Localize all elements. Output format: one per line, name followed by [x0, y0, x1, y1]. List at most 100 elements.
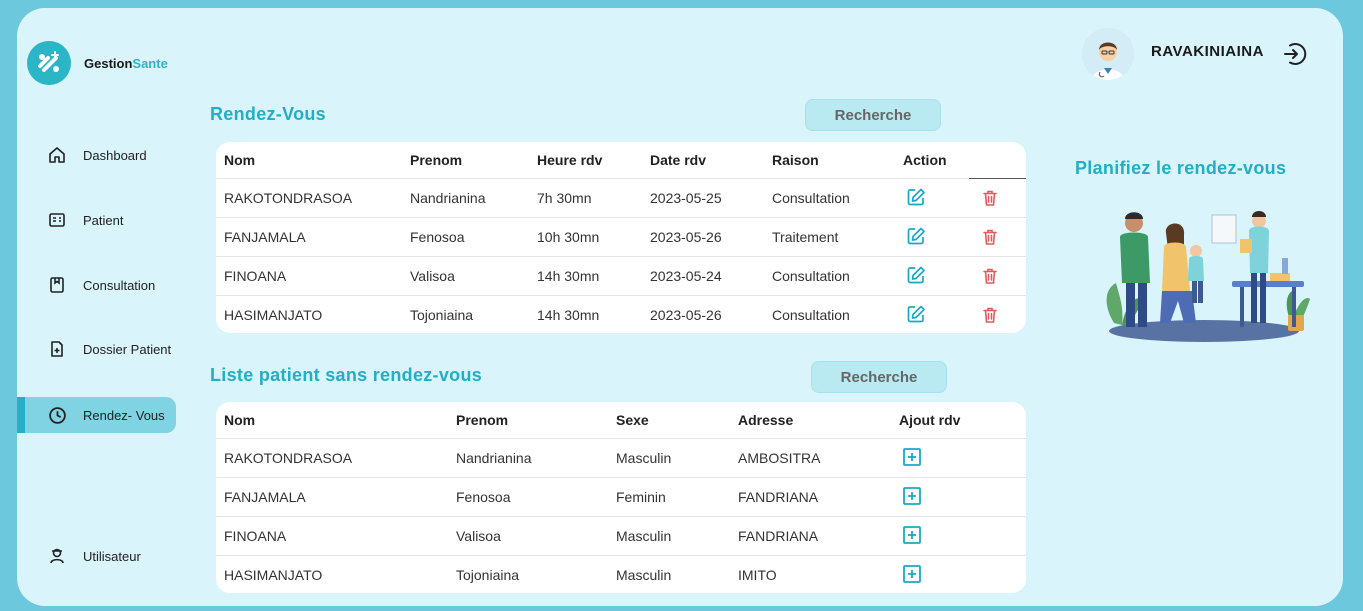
sidebar-item-dashboard[interactable]: Dashboard — [17, 137, 176, 173]
add-rdv-icon[interactable] — [901, 563, 923, 585]
table-row: FINOANA Valisoa Masculin FANDRIANA — [216, 516, 1026, 556]
table-row: HASIMANJATO Tojoniaina Masculin IMITO — [216, 555, 1026, 593]
sidebar-item-label: Utilisateur — [83, 548, 141, 564]
cell-prenom: Tojoniaina — [448, 555, 608, 593]
cell-raison: Consultation — [764, 178, 895, 218]
edit-icon[interactable] — [905, 225, 927, 247]
delete-icon[interactable] — [979, 226, 1001, 248]
table-row: FANJAMALA Fenosoa 10h 30mn 2023-05-26 Tr… — [216, 217, 1026, 257]
table-header-row: Nom Prenom Heure rdv Date rdv Raison Act… — [216, 142, 1026, 179]
app-window: GestionSante Dashboard Patient Consultat… — [17, 8, 1343, 606]
clock-icon — [47, 405, 67, 425]
cell-nom: FINOANA — [216, 516, 448, 556]
edit-icon[interactable] — [905, 186, 927, 208]
table-row: FINOANA Valisoa 14h 30mn 2023-05-24 Cons… — [216, 256, 1026, 296]
brand-name-part2: Sante — [132, 55, 168, 71]
rendezvous-search-button[interactable]: Recherche — [805, 99, 941, 131]
sidebar-item-dossier-patient[interactable]: Dossier Patient — [17, 331, 176, 367]
cell-nom: HASIMANJATO — [216, 295, 402, 333]
column-header-sexe: Sexe — [616, 412, 649, 428]
sidebar-item-label: Dossier Patient — [83, 341, 172, 357]
cell-sexe: Feminin — [608, 477, 730, 517]
edit-icon[interactable] — [905, 264, 927, 286]
sidebar-item-rendez-vous[interactable]: Rendez- Vous — [17, 397, 176, 433]
column-header-adresse: Adresse — [738, 412, 794, 428]
user-icon — [47, 546, 67, 566]
column-header-nom: Nom — [224, 152, 256, 168]
home-icon — [47, 145, 67, 165]
table-row: HASIMANJATO Tojoniaina 14h 30mn 2023-05-… — [216, 295, 1026, 333]
add-rdv-icon[interactable] — [901, 485, 923, 507]
cell-sexe: Masculin — [608, 555, 730, 593]
sidebar-item-label: Patient — [83, 212, 124, 228]
column-header-nom: Nom — [224, 412, 256, 428]
cell-date: 2023-05-25 — [642, 178, 764, 218]
sans-rdv-search-button[interactable]: Recherche — [811, 361, 947, 393]
cell-nom: RAKOTONDRASOA — [216, 178, 402, 218]
cell-prenom: Valisoa — [402, 256, 529, 296]
brand-name: GestionSante — [84, 56, 168, 71]
table-row: RAKOTONDRASOA Nandrianina Masculin AMBOS… — [216, 438, 1026, 478]
cell-date: 2023-05-24 — [642, 256, 764, 296]
cell-sexe: Masculin — [608, 438, 730, 478]
delete-icon[interactable] — [979, 187, 1001, 209]
doctor-avatar[interactable] — [1082, 28, 1134, 80]
column-header-ajout-rdv: Ajout rdv — [899, 412, 961, 428]
cell-sexe: Masculin — [608, 516, 730, 556]
column-header-heure: Heure rdv — [537, 152, 603, 168]
cell-nom: RAKOTONDRASOA — [216, 438, 448, 478]
sidebar-item-consultation[interactable]: Consultation — [17, 267, 176, 303]
delete-icon[interactable] — [979, 304, 1001, 326]
rendezvous-title: Rendez-Vous — [210, 104, 326, 124]
table-row: FANJAMALA Fenosoa Feminin FANDRIANA — [216, 477, 1026, 517]
column-header-prenom: Prenom — [410, 152, 463, 168]
logo-icon — [27, 41, 71, 85]
cell-raison: Consultation — [764, 256, 895, 296]
user-name: RAVAKINIAINA — [1151, 43, 1264, 60]
logout-icon[interactable] — [1280, 40, 1308, 68]
add-rdv-icon[interactable] — [901, 524, 923, 546]
cell-nom: FANJAMALA — [216, 477, 448, 517]
cell-heure: 7h 30mn — [529, 178, 642, 218]
cell-prenom: Nandrianina — [448, 438, 608, 478]
cell-heure: 14h 30mn — [529, 295, 642, 333]
delete-icon[interactable] — [979, 265, 1001, 287]
cell-adresse: FANDRIANA — [730, 516, 891, 556]
cell-prenom: Fenosoa — [402, 217, 529, 257]
cell-adresse: IMITO — [730, 555, 891, 593]
sidebar-item-utilisateur[interactable]: Utilisateur — [17, 538, 176, 574]
cell-date: 2023-05-26 — [642, 217, 764, 257]
column-header-action: Action — [903, 152, 947, 168]
sans-rdv-title: Liste patient sans rendez-vous — [210, 365, 483, 385]
brand[interactable]: GestionSante — [27, 41, 168, 85]
table-row: RAKOTONDRASOA Nandrianina 7h 30mn 2023-0… — [216, 178, 1026, 218]
cell-heure: 10h 30mn — [529, 217, 642, 257]
column-header-prenom: Prenom — [456, 412, 509, 428]
cell-nom: FANJAMALA — [216, 217, 402, 257]
cell-prenom: Tojoniaina — [402, 295, 529, 333]
column-header-raison: Raison — [772, 152, 819, 168]
edit-icon[interactable] — [905, 303, 927, 325]
column-header-date: Date rdv — [650, 152, 707, 168]
rendezvous-table: Nom Prenom Heure rdv Date rdv Raison Act… — [216, 142, 1026, 333]
table-header-row: Nom Prenom Sexe Adresse Ajout rdv — [216, 402, 1026, 439]
family-doctor-illustration — [1092, 203, 1312, 348]
cell-raison: Consultation — [764, 295, 895, 333]
cell-prenom: Fenosoa — [448, 477, 608, 517]
side-panel-title: Planifiez le rendez-vous — [1075, 158, 1287, 178]
cell-prenom: Nandrianina — [402, 178, 529, 218]
sidebar-item-patient[interactable]: Patient — [17, 202, 176, 238]
sidebar-item-label: Rendez- Vous — [83, 407, 165, 423]
cell-adresse: FANDRIANA — [730, 477, 891, 517]
sidebar-item-label: Dashboard — [83, 147, 147, 163]
add-rdv-icon[interactable] — [901, 446, 923, 468]
cell-nom: HASIMANJATO — [216, 555, 448, 593]
file-add-icon — [47, 339, 67, 359]
cell-heure: 14h 30mn — [529, 256, 642, 296]
sidebar-item-label: Consultation — [83, 277, 156, 293]
patient-list-icon — [47, 210, 67, 230]
brand-name-part1: Gestion — [84, 55, 133, 71]
cell-date: 2023-05-26 — [642, 295, 764, 333]
cell-adresse: AMBOSITRA — [730, 438, 891, 478]
cell-prenom: Valisoa — [448, 516, 608, 556]
